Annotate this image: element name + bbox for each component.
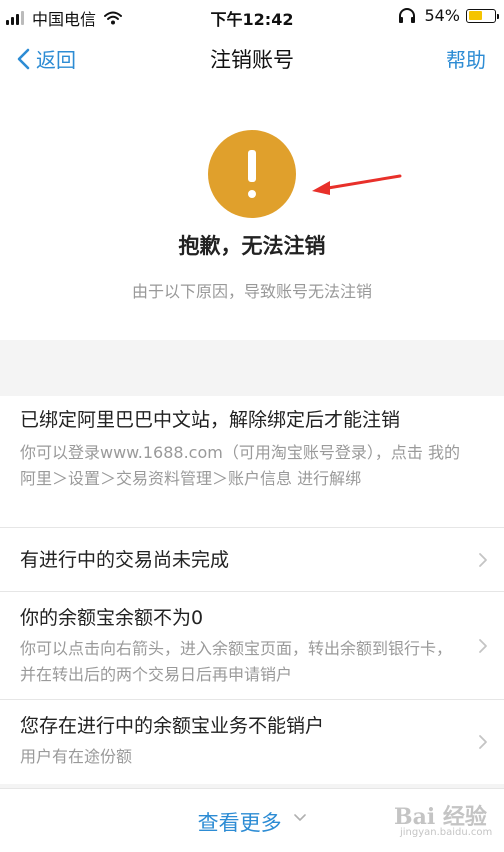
chevron-down-icon <box>294 814 307 822</box>
chevron-right-icon <box>479 552 487 567</box>
battery-percent: 54% <box>424 6 460 25</box>
reason-desc: 用户有在途份额 <box>20 747 133 766</box>
notice-card: 抱歉，无法注销 由于以下原因，导致账号无法注销 <box>0 84 504 340</box>
battery-icon <box>466 8 499 23</box>
chevron-right-icon <box>479 638 487 653</box>
chevron-right-icon <box>479 735 487 749</box>
battery-fill <box>468 11 482 20</box>
status-right: 54% <box>398 6 499 25</box>
notice-subtitle: 由于以下原因，导致账号无法注销 <box>131 282 372 301</box>
reason-list: 已绑定阿里巴巴中文站，解除绑定后才能注销 你可以登录www.1688.com（可… <box>0 396 504 784</box>
reason-item-alibaba-binding[interactable]: 已绑定阿里巴巴中文站，解除绑定后才能注销 你可以登录www.1688.com（可… <box>0 396 504 528</box>
baidu-watermark-logo: Bai 经验 jingyan.baidu.com <box>394 797 494 843</box>
back-label: 返回 <box>36 48 76 72</box>
view-more-label: 查看更多 <box>197 811 282 835</box>
reason-item-yuebao-balance[interactable]: 你的余额宝余额不为0 你可以点击向右箭头，进入余额宝页面，转出余额到银行卡，并在… <box>0 592 504 700</box>
warning-exclamation-icon <box>208 130 296 218</box>
nav-bar: 返回 注销账号 帮助 <box>0 32 504 84</box>
status-bar: 中国电信 下午12:42 54% <box>0 0 504 32</box>
reason-title: 您存在进行中的余额宝业务不能销户 <box>20 715 325 737</box>
watermark-url: jingyan.baidu.com <box>400 827 493 838</box>
reason-item-pending-trade[interactable]: 有进行中的交易尚未完成 <box>0 528 504 592</box>
notice-title: 抱歉，无法注销 <box>178 234 326 258</box>
chevron-left-icon <box>17 48 30 69</box>
reason-title: 有进行中的交易尚未完成 <box>20 549 230 571</box>
reason-item-yuebao-business[interactable]: 您存在进行中的余额宝业务不能销户 用户有在途份额 <box>0 700 504 784</box>
headphone-icon <box>399 7 416 23</box>
reason-desc: 你可以登录www.1688.com（可用淘宝账号登录），点击 我的阿里＞设置＞交… <box>20 443 460 488</box>
reason-title: 已绑定阿里巴巴中文站，解除绑定后才能注销 <box>20 409 401 431</box>
back-button[interactable]: 返回 <box>16 44 76 73</box>
reason-title: 你的余额宝余额不为0 <box>20 607 204 629</box>
help-button[interactable]: 帮助 <box>446 44 486 73</box>
footer-bar: 查看更多 Bai 经验 jingyan.baidu.com <box>0 788 504 852</box>
reason-desc: 你可以点击向右箭头，进入余额宝页面，转出余额到银行卡，并在转出后的两个交易日后再… <box>20 639 453 684</box>
red-arrow-icon <box>312 174 402 195</box>
